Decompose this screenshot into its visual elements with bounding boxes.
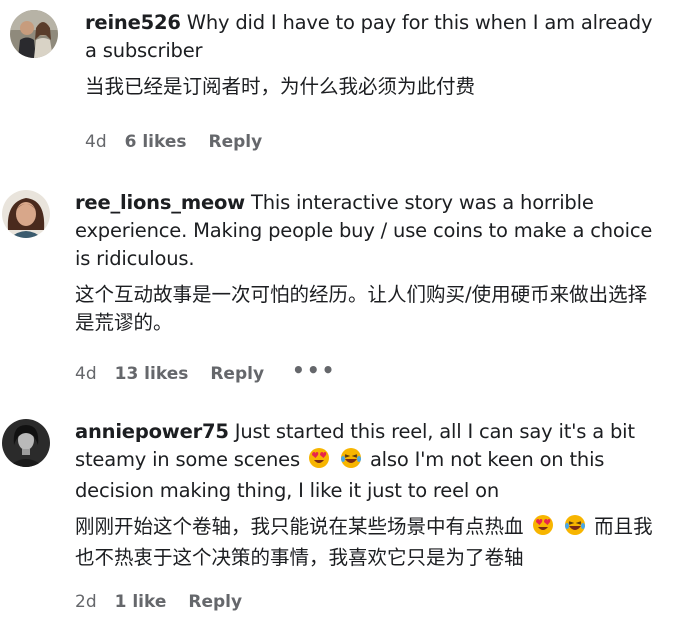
likes-count[interactable]: 1 like <box>115 592 167 612</box>
laughing-tears-emoji-icon <box>564 514 586 544</box>
more-options-icon[interactable]: ••• <box>292 360 336 380</box>
comment-meta: 4d 6 likes Reply <box>85 132 290 152</box>
comment-text: reine526 Why did I have to pay for this w… <box>85 9 663 65</box>
username[interactable]: anniepower75 <box>75 420 229 443</box>
reply-button[interactable]: Reply <box>210 364 264 384</box>
laughing-tears-emoji-icon <box>340 447 362 477</box>
comment-translation: 当我已经是订阅者时，为什么我必须为此付费 <box>85 75 476 98</box>
username[interactable]: reine526 <box>85 11 181 34</box>
avatar[interactable] <box>2 190 50 238</box>
reply-button[interactable]: Reply <box>188 592 242 612</box>
comment-meta: 4d 13 likes Reply ••• <box>75 360 336 384</box>
avatar[interactable] <box>10 10 58 58</box>
likes-count[interactable]: 13 likes <box>115 364 189 384</box>
comment-time: 4d <box>85 132 107 152</box>
comment-translation: 这个互动故事是一次可怕的经历。让人们购买/使用硬币来做出选择是荒谬的。 <box>75 283 648 334</box>
comment-text: anniepower75 Just started this reel, all … <box>75 418 663 505</box>
comment-text: ree_lions_meow This interactive story was… <box>75 189 663 273</box>
avatar-photo-icon <box>2 190 50 238</box>
comment-time: 2d <box>75 592 97 612</box>
heart-eyes-emoji-icon <box>532 514 554 544</box>
translation-part: 刚刚开始这个卷轴，我只能说在某些场景中有点热血 <box>75 515 524 538</box>
comment-meta: 2d 1 like Reply <box>75 592 270 612</box>
comment-body: anniepower75 Just started this reel, all … <box>75 418 663 572</box>
likes-count[interactable]: 6 likes <box>125 132 187 152</box>
heart-eyes-emoji-icon <box>308 447 330 477</box>
comment-body: reine526 Why did I have to pay for this w… <box>85 9 663 101</box>
comment-body: ree_lions_meow This interactive story was… <box>75 189 663 337</box>
reply-button[interactable]: Reply <box>209 132 263 152</box>
username[interactable]: ree_lions_meow <box>75 191 245 214</box>
comment-translation: 刚刚开始这个卷轴，我只能说在某些场景中有点热血 而且我也不热衷于这个决策的事情，… <box>75 513 663 572</box>
avatar-photo-icon <box>2 419 50 467</box>
avatar-photo-icon <box>10 10 58 58</box>
comment-time: 4d <box>75 364 97 384</box>
avatar[interactable] <box>2 419 50 467</box>
comment-item: reine526 Why did I have to pay for this w… <box>0 0 675 170</box>
